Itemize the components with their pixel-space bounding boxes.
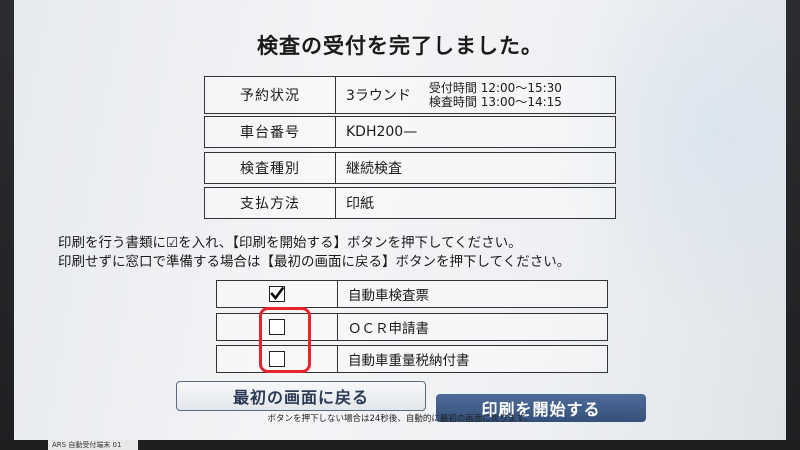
reservation-value-cell: 3ラウンド 受付時間 12:00～15:30 検査時間 13:00～14:15 [336,77,615,113]
info-row-vehicle: 車台番号 KDH200— [204,116,616,148]
instruction-line-1: 印刷を行う書類に☑を入れ、【印刷を開始する】ボタンを押下してください。 [58,235,522,251]
kiosk-screen: 検査の受付を完了しました。 予約状況 3ラウンド 受付時間 12:00～15:3… [14,0,786,440]
checkbox-inspection-form[interactable] [269,286,285,302]
inspection-type-value: 継続検査 [346,161,402,177]
instructions: 印刷を行う書類に☑を入れ、【印刷を開始する】ボタンを押下してください。 印刷せず… [58,234,570,272]
payment-label: 支払方法 [205,188,336,218]
document-row-inspection-form[interactable]: 自動車検査票 [216,280,608,308]
inspection-type-label: 検査種別 [205,153,336,183]
vehicle-label: 車台番号 [205,117,336,147]
instruction-line-2: 印刷せずに窓口で準備する場合は【最初の画面に戻る】ボタンを押下してください。 [58,254,571,270]
checkmark-icon [270,287,284,301]
reception-time: 受付時間 12:00～15:30 [428,81,562,95]
reservation-value: 3ラウンド [346,88,411,104]
checkbox-cell[interactable] [217,281,338,307]
page-title: 検査の受付を完了しました。 [257,34,543,58]
reservation-times: 受付時間 12:00～15:30 検査時間 13:00～14:15 [429,81,562,109]
red-highlight-annotation [259,307,311,373]
document-label-weight-tax: 自動車重量税納付書 [348,353,470,369]
reservation-label: 予約状況 [205,77,336,113]
terminal-label-sticker: ARS 自動受付端末 01 [48,440,138,450]
info-row-payment: 支払方法 印紙 [204,187,616,219]
document-label-ocr-form: ＯＣＲ申請書 [348,321,429,337]
info-row-reservation: 予約状況 3ラウンド 受付時間 12:00～15:30 検査時間 13:00～1… [204,76,616,114]
back-to-start-button[interactable]: 最初の画面に戻る [176,381,426,411]
inspection-time: 検査時間 13:00～14:15 [428,95,562,109]
payment-value: 印紙 [346,196,374,212]
document-label-inspection-form: 自動車検査票 [348,288,429,304]
timeout-notice: ボタンを押下しない場合は24秒後、自動的に最初の画面に戻ります。 [267,414,533,424]
vehicle-value: KDH200— [346,124,418,140]
info-row-type: 検査種別 継続検査 [204,152,616,184]
